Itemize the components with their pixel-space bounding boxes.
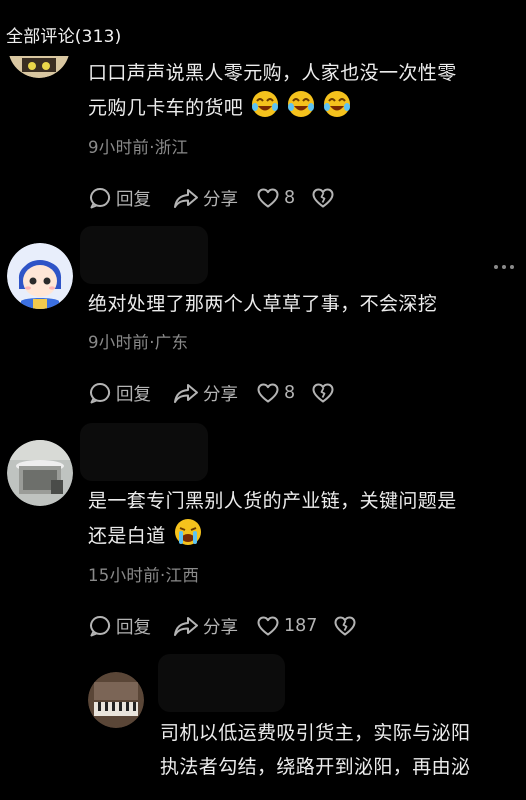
avatar[interactable] bbox=[7, 243, 73, 309]
like-button[interactable]: 8 bbox=[256, 381, 295, 405]
dislike-button[interactable] bbox=[311, 381, 335, 405]
reply-icon bbox=[90, 188, 111, 209]
laughing-crying-emoji bbox=[287, 90, 315, 129]
like-count: 187 bbox=[284, 616, 318, 636]
reply-button[interactable]: 回复 bbox=[88, 614, 151, 639]
heart-icon bbox=[257, 616, 279, 636]
avatar[interactable] bbox=[7, 440, 73, 506]
like-count: 8 bbox=[284, 383, 296, 403]
like-count: 8 bbox=[284, 188, 296, 208]
share-icon bbox=[174, 384, 198, 403]
comment-text: 口口声声说黑人零元购，人家也没一次性零 元购几卡车的货吧 bbox=[88, 56, 518, 129]
reply-icon bbox=[90, 616, 111, 637]
share-button[interactable]: 分享 bbox=[173, 381, 238, 406]
broken-heart-icon bbox=[312, 383, 334, 403]
comment-meta: 9小时前·广东 bbox=[88, 333, 189, 352]
comment-actions: 回复 分享 8 bbox=[88, 183, 335, 213]
comment-actions: 回复 分享 187 bbox=[88, 611, 357, 641]
reply-button[interactable]: 回复 bbox=[88, 186, 151, 211]
reply-text: 司机以低运费吸引货主，实际与泌阳 执法者勾结，绕路开到泌阳，再由泌 bbox=[160, 722, 471, 778]
share-icon bbox=[174, 617, 198, 636]
crying-emoji bbox=[174, 518, 202, 557]
more-options-button[interactable] bbox=[494, 265, 514, 269]
username-redacted[interactable] bbox=[80, 226, 208, 284]
comment-meta: 15小时前·江西 bbox=[88, 566, 200, 585]
comment-text: 是一套专门黑别人货的产业链，关键问题是 还是白道 bbox=[88, 484, 518, 557]
dislike-button[interactable] bbox=[311, 186, 335, 210]
heart-icon bbox=[257, 188, 279, 208]
share-button[interactable]: 分享 bbox=[173, 186, 238, 211]
broken-heart-icon bbox=[334, 616, 356, 636]
comment-meta: 9小时前·浙江 bbox=[88, 138, 189, 157]
reply-icon bbox=[90, 383, 111, 404]
laughing-crying-emoji bbox=[323, 90, 351, 129]
comment-actions: 回复 分享 8 bbox=[88, 378, 335, 408]
share-button[interactable]: 分享 bbox=[173, 614, 238, 639]
username-redacted[interactable] bbox=[158, 654, 285, 712]
comments-header: 全部评论(313) bbox=[6, 27, 122, 47]
reply-avatar[interactable] bbox=[88, 672, 144, 728]
username-redacted[interactable] bbox=[80, 423, 208, 481]
share-icon bbox=[174, 189, 198, 208]
like-button[interactable]: 8 bbox=[256, 186, 295, 210]
like-button[interactable]: 187 bbox=[256, 614, 317, 638]
comment-text: 绝对处理了那两个人草草了事，不会深挖 bbox=[88, 293, 438, 315]
heart-icon bbox=[257, 383, 279, 403]
reply-button[interactable]: 回复 bbox=[88, 381, 151, 406]
dislike-button[interactable] bbox=[333, 614, 357, 638]
laughing-crying-emoji bbox=[251, 90, 279, 129]
broken-heart-icon bbox=[312, 188, 334, 208]
